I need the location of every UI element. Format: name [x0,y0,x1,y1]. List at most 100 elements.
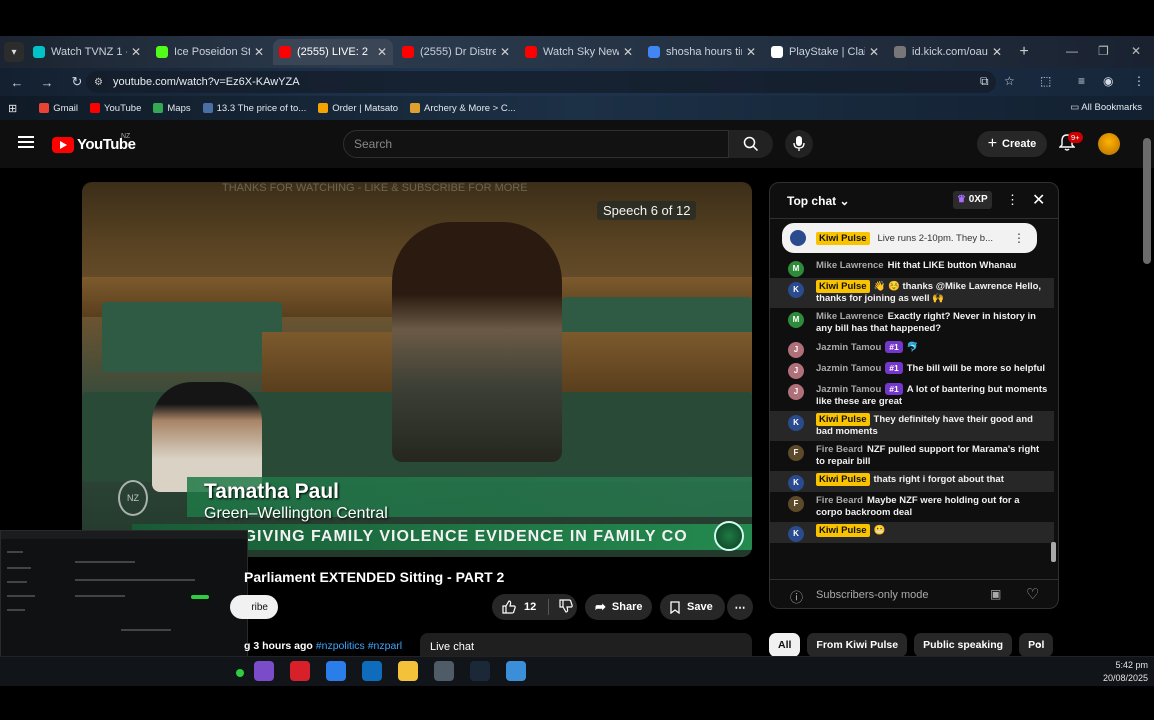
chat-author[interactable]: Mike Lawrence [816,260,884,271]
account-avatar[interactable] [1098,133,1120,155]
tab-close-icon[interactable]: ✕ [869,45,879,59]
top-chat-dropdown[interactable]: Top chat ⌄ [787,194,850,208]
chat-message[interactable]: K Kiwi Pulse 😬 [770,522,1054,543]
chevron-right-icon[interactable]: › [1037,637,1041,652]
chat-avatar[interactable]: K [788,475,804,491]
browser-tab[interactable]: (2555) Dr Distres ✕ [396,39,516,65]
file-explorer-icon[interactable] [398,661,418,681]
tab-close-icon[interactable]: ✕ [500,45,510,59]
chat-avatar[interactable]: M [788,312,804,328]
bookmark-item[interactable]: Maps [153,103,191,114]
chat-message[interactable]: K Kiwi Pulse They definitely have their go… [770,411,1054,441]
twitch-app-icon[interactable] [254,661,274,681]
chat-message[interactable]: M Mike Lawrence Hit that LIKE button Whana… [770,257,1054,278]
reload-icon[interactable]: ↻ [66,74,88,90]
pip-title-bar[interactable] [1,531,247,539]
pip-action-button[interactable] [191,595,209,599]
like-button[interactable]: 12 [502,600,536,614]
page-scrollbar[interactable] [1143,138,1151,264]
chat-message[interactable]: K Kiwi Pulse thats right i forgot about th… [770,471,1054,492]
filter-chip[interactable]: All [769,633,801,657]
search-button[interactable] [729,130,773,158]
site-info-icon[interactable]: ⚙ [94,77,103,88]
super-chat-icon[interactable]: ▣ [990,587,1001,601]
menu-icon[interactable] [18,136,34,148]
chat-author[interactable]: Fire Beard [816,495,863,506]
tab-close-icon[interactable]: ✕ [992,45,1002,59]
chat-message[interactable]: F Fire Beard NZF pulled support for Marama… [770,441,1054,471]
all-bookmarks-link[interactable]: ▭ All Bookmarks [1070,102,1142,113]
xp-badge[interactable]: ♛ 0XP [953,191,992,209]
bookmark-item[interactable]: Archery & More > C... [410,103,516,114]
chat-avatar[interactable]: K [788,282,804,298]
feather-app-icon[interactable] [434,661,454,681]
chat-author[interactable]: Kiwi Pulse [816,473,870,486]
browser-tab[interactable]: Ice Poseidon Stre ✕ [150,39,270,65]
tab-search-button[interactable]: ▾ [4,42,24,62]
chat-author[interactable]: Jazmin Tamou [816,342,881,353]
extensions-icon[interactable]: ⬚ [1040,74,1051,88]
chat-avatar[interactable]: K [788,415,804,431]
tab-close-icon[interactable]: ✕ [131,45,141,59]
hashtags[interactable]: #nzpolitics #nzparl [316,640,402,652]
browser-tab[interactable]: Watch TVNZ 1 - F ✕ [27,39,147,65]
forward-icon[interactable]: → [36,75,58,90]
photos-app-icon[interactable] [506,661,526,681]
chat-message[interactable]: J Jazmin Tamou #1 🐬 [770,338,1054,359]
create-button[interactable]: + Create [977,131,1047,157]
bookmark-item[interactable]: YouTube [90,103,141,114]
chat-message[interactable]: J Jazmin Tamou #1 A lot of bantering but mo… [770,380,1054,411]
browser-tab[interactable]: PlayStake | Claim ✕ [765,39,885,65]
chat-author[interactable]: Kiwi Pulse [816,524,870,537]
browser-tab[interactable]: Watch Sky News ✕ [519,39,639,65]
chat-scrollbar[interactable] [1051,542,1056,562]
bookmark-item[interactable]: Order | Matsato [318,103,398,114]
chat-author[interactable]: Jazmin Tamou [816,384,881,395]
share-button[interactable]: ➦ Share [585,594,652,620]
chat-author[interactable]: Kiwi Pulse [816,413,870,426]
chat-message[interactable]: F Fire Beard Maybe NZF were holding out fo… [770,492,1054,522]
install-app-icon[interactable]: ⧉ [980,74,989,89]
close-window-icon[interactable]: ✕ [1131,44,1141,58]
search-input[interactable]: Search [343,130,729,158]
video-player[interactable]: THANKS FOR WATCHING - LIKE & SUBSCRIBE F… [82,182,752,557]
chat-author[interactable]: Kiwi Pulse [816,280,870,293]
steam-app-icon[interactable] [470,661,490,681]
tab-close-icon[interactable]: ✕ [623,45,633,59]
address-bar[interactable]: ⚙ youtube.com/watch?v=Ez6X-KAwYZA [86,71,996,93]
dislike-button[interactable] [559,598,574,616]
close-chat-icon[interactable]: ✕ [1032,190,1045,210]
minimize-icon[interactable]: — [1066,44,1078,58]
new-tab-button[interactable]: + [1014,42,1034,62]
chat-avatar[interactable]: F [788,445,804,461]
tab-close-icon[interactable]: ✕ [746,45,756,59]
maximize-icon[interactable]: ❐ [1098,44,1109,58]
apps-grid-icon[interactable]: ⊞ [8,102,17,115]
filter-chip[interactable]: From Kiwi Pulse [807,633,908,657]
chat-message[interactable]: M Mike Lawrence Exactly right? Never in hi… [770,308,1054,338]
tab-close-icon[interactable]: ✕ [254,45,264,59]
chat-avatar[interactable]: M [788,261,804,277]
browser-tab[interactable]: id.kick.com/oauth ✕ [888,39,1008,65]
bookmark-item[interactable]: 13.3 The price of to... [202,103,306,114]
info-icon[interactable]: ⓘ [790,587,803,606]
chat-message[interactable]: J Jazmin Tamou #1 The bill will be more so … [770,359,1054,380]
bookmark-item[interactable]: Gmail [39,103,78,114]
chat-avatar[interactable]: J [788,342,804,358]
browser-tab[interactable]: (2555) LIVE: 2 ✕ [273,39,393,65]
chat-avatar[interactable]: K [788,526,804,542]
outlook-app-icon[interactable] [362,661,382,681]
system-clock[interactable]: 5:42 pm 20/08/2025 [1103,659,1148,685]
save-button[interactable]: Save [660,594,725,620]
profile-icon[interactable]: ◉ [1103,74,1113,88]
chat-message[interactable]: K Kiwi Pulse 👋 ☺️ thanks @Mike Lawrence He… [770,278,1054,308]
filter-chip[interactable]: Public speaking [914,633,1013,657]
pinned-options-icon[interactable]: ⋮ [1013,231,1025,245]
chat-avatar[interactable]: F [788,496,804,512]
chat-avatar[interactable]: J [788,363,804,379]
chat-author[interactable]: Fire Beard [816,444,863,455]
store-app-icon[interactable] [326,661,346,681]
bookmark-star-icon[interactable]: ☆ [1004,74,1015,88]
voice-search-button[interactable] [785,130,813,158]
chat-author[interactable]: Mike Lawrence [816,311,884,322]
